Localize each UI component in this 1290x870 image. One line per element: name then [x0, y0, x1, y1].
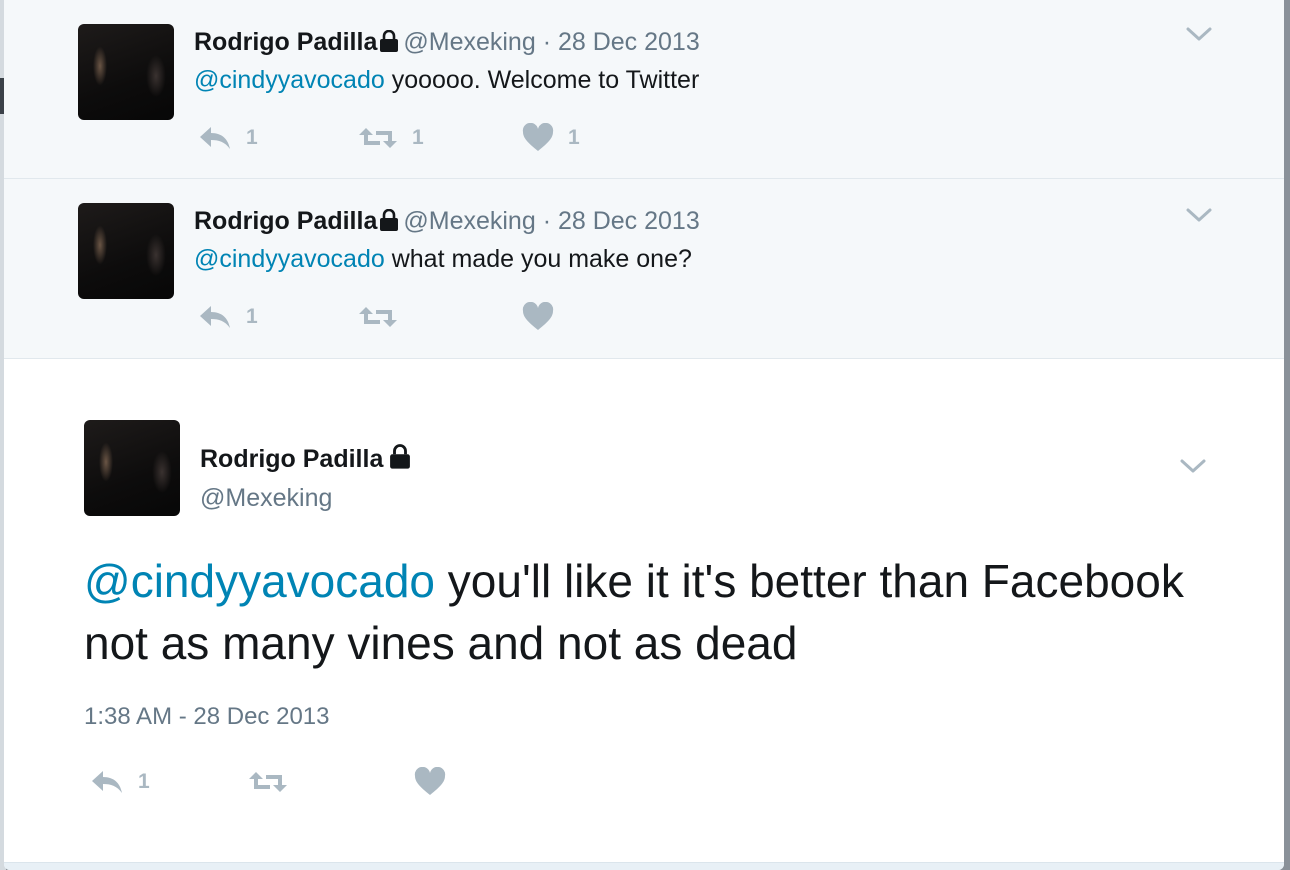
retweet-icon: [359, 128, 397, 148]
reply-count: 1: [246, 126, 258, 149]
tweet-body: yooooo. Welcome to Twitter: [384, 66, 700, 94]
separator: ·: [542, 207, 552, 235]
tweet-timestamp[interactable]: 1:38 AM - 28 Dec 2013: [84, 703, 329, 731]
reply-icon: [92, 771, 122, 793]
retweet-button[interactable]: [358, 297, 398, 337]
tweet-text: @cindyyavocado yooooo. Welcome to Twitte…: [194, 66, 699, 95]
reply-area-divider: [4, 862, 1284, 870]
mention-link[interactable]: @cindyyavocado: [194, 245, 385, 273]
reply-count: 1: [246, 305, 258, 328]
reply-button[interactable]: 1: [198, 297, 258, 337]
retweet-count: 1: [412, 126, 424, 149]
user-handle[interactable]: @Mexeking: [403, 28, 535, 56]
tweet-date[interactable]: 28 Dec 2013: [558, 207, 700, 235]
reply-icon: [200, 127, 230, 149]
mention-link[interactable]: @cindyyavocado: [194, 66, 385, 94]
like-button[interactable]: [414, 762, 446, 802]
like-button[interactable]: [522, 297, 554, 337]
tweet-conversation-panel: Rodrigo Padilla @Mexeking · 28 Dec 2013 @…: [4, 0, 1284, 870]
user-handle[interactable]: @Mexeking: [403, 207, 535, 235]
ancestor-tweet[interactable]: Rodrigo Padilla @Mexeking · 28 Dec 2013 @…: [4, 0, 1284, 179]
avatar[interactable]: [84, 420, 180, 516]
chevron-down-icon[interactable]: [1184, 205, 1214, 225]
tweet-date[interactable]: 28 Dec 2013: [558, 28, 700, 56]
retweet-icon: [249, 772, 287, 792]
chevron-down-icon[interactable]: [1184, 24, 1214, 44]
tweet-text: @cindyyavocado what made you make one?: [194, 245, 692, 274]
retweet-button[interactable]: [248, 762, 288, 802]
lock-icon: [389, 444, 411, 476]
user-name[interactable]: Rodrigo Padilla: [200, 445, 383, 473]
user-name-row: Rodrigo Padilla: [200, 444, 415, 476]
like-button[interactable]: 1: [522, 118, 580, 158]
lock-icon: [379, 208, 399, 238]
avatar[interactable]: [78, 24, 174, 120]
heart-icon: [414, 767, 446, 795]
chevron-down-icon[interactable]: [1178, 456, 1208, 476]
retweet-icon: [359, 307, 397, 327]
tweet-actions: 1 1 1: [194, 118, 694, 158]
retweet-button[interactable]: 1: [358, 118, 424, 158]
like-count: 1: [568, 126, 580, 149]
tweet-header: Rodrigo Padilla @Mexeking · 28 Dec 2013: [194, 207, 700, 238]
mention-link[interactable]: @cindyyavocado: [84, 555, 435, 607]
user-name[interactable]: Rodrigo Padilla: [194, 207, 377, 235]
user-name[interactable]: Rodrigo Padilla: [194, 28, 377, 56]
separator: ·: [542, 28, 552, 56]
tweet-header: Rodrigo Padilla @Mexeking · 28 Dec 2013: [194, 28, 700, 59]
ancestor-tweet[interactable]: Rodrigo Padilla @Mexeking · 28 Dec 2013 @…: [4, 179, 1284, 359]
reply-button[interactable]: 1: [90, 762, 150, 802]
heart-icon: [522, 302, 554, 330]
tweet-actions: 1: [194, 297, 694, 337]
tweet-text: @cindyyavocado you'll like it it's bette…: [84, 550, 1204, 674]
tweet-actions: 1: [84, 762, 584, 802]
reply-count: 1: [138, 770, 150, 793]
lock-icon: [379, 29, 399, 59]
avatar[interactable]: [78, 203, 174, 299]
heart-icon: [522, 123, 554, 151]
reply-icon: [200, 306, 230, 328]
reply-button[interactable]: 1: [198, 118, 258, 158]
tweet-body: what made you make one?: [384, 245, 692, 273]
user-handle[interactable]: @Mexeking: [200, 484, 332, 513]
